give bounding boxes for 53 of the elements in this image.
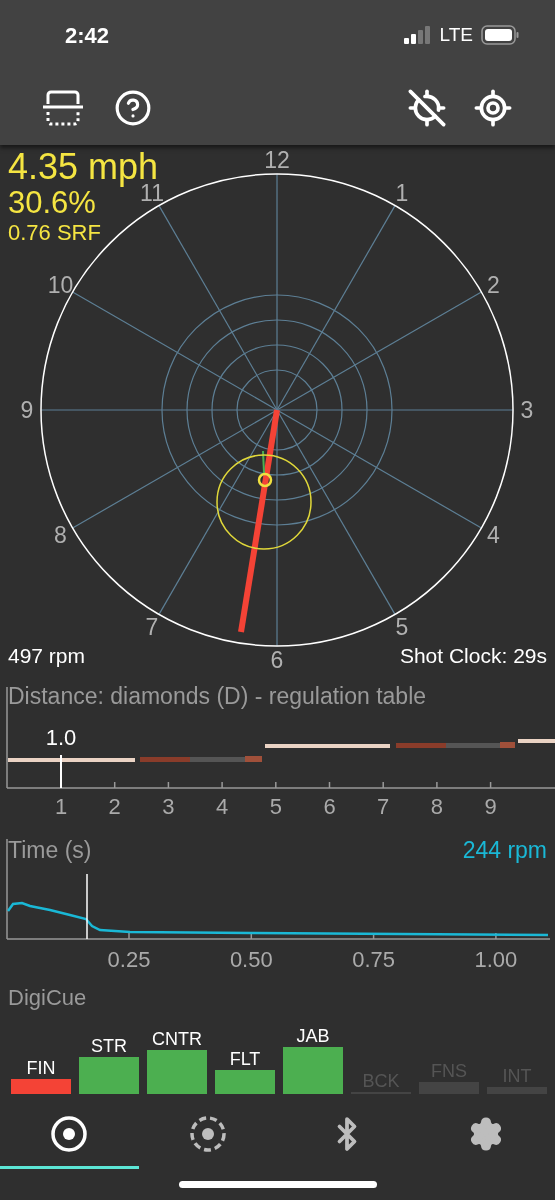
network-label: LTE (439, 22, 473, 47)
metric-label: STR (91, 1037, 127, 1055)
rpm-reading: 497 rpm (8, 645, 86, 666)
axis-tick-label: 0.50 (229, 946, 273, 972)
axis-tick-label: 0.25 (107, 946, 151, 972)
clock-label: 10 (47, 272, 74, 298)
clock-label: 4 (487, 522, 500, 548)
axis-tick-label: 4 (216, 793, 229, 819)
battery-icon (481, 25, 519, 45)
time-marker (86, 873, 88, 940)
clock-label: 7 (145, 613, 159, 640)
axis-tick-label: 5 (269, 793, 282, 819)
distance-chart-title: Distance: diamonds (D) - regulation table (8, 685, 427, 708)
impact-point (257, 472, 273, 488)
metric-label: JAB (296, 1027, 330, 1045)
speed-reading: 4.35 mph (8, 149, 159, 185)
clock-label: 8 (54, 522, 67, 548)
clock-label: 9 (20, 397, 34, 423)
axis-tick-label: 9 (484, 793, 497, 819)
percent-reading: 30.6% (8, 187, 96, 218)
distance-marker (60, 754, 62, 789)
axis-tick-label: 1 (54, 793, 68, 819)
metric-label: FLT (229, 1050, 261, 1068)
metric-label: CNTR (152, 1030, 202, 1048)
metric-label: FIN (26, 1059, 56, 1077)
dashed-target-icon (189, 1115, 228, 1153)
axis-tick-label: 7 (377, 793, 390, 819)
time-chart-title: Time (s) (8, 839, 92, 862)
locate-off-icon[interactable] (407, 87, 447, 128)
tip-marker-line (262, 450, 265, 474)
axis-tick-label: 3 (162, 793, 175, 819)
axis-tick-label: 1.00 (474, 946, 518, 972)
spin-reading: 244 rpm (462, 839, 547, 862)
srf-reading: 0.76 SRF (8, 222, 102, 244)
help-icon[interactable] (114, 88, 152, 127)
clock-label: 1 (395, 180, 409, 207)
axis-tick-label: 8 (430, 793, 443, 819)
clock-label: 6 (270, 647, 284, 669)
target-icon (50, 1115, 89, 1153)
scanner-icon[interactable] (42, 89, 84, 126)
axis-tick-label: 6 (323, 793, 336, 819)
locate-icon[interactable] (473, 87, 513, 128)
axis-tick-label: 0.75 (352, 946, 395, 972)
digicue-title: DigiCue (8, 987, 88, 1009)
clock-label: 5 (395, 613, 409, 640)
axis-tick-label: 2 (108, 793, 121, 819)
clock-label: 12 (264, 147, 290, 173)
status-time: 2:42 (65, 21, 110, 50)
distance-marker-label: 1.0 (45, 724, 77, 750)
signal-icon (403, 26, 432, 44)
clock-label: 2 (487, 272, 500, 298)
clock-label: 3 (520, 397, 534, 423)
shot-clock: Shot Clock: 29s (399, 645, 547, 666)
